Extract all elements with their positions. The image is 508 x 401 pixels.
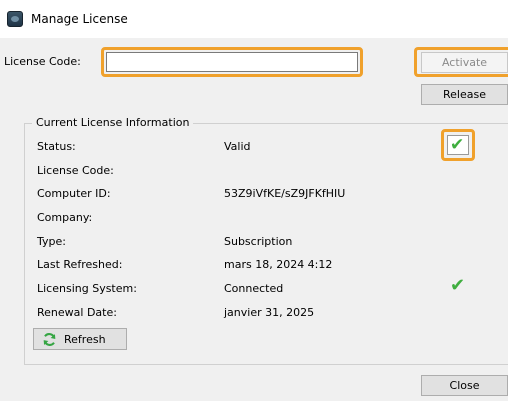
app-icon (7, 11, 23, 27)
connected-check-icon: ✔ (450, 275, 466, 296)
license-code-label: License Code: (4, 55, 81, 68)
activate-button[interactable]: Activate (421, 52, 508, 73)
last-refreshed-value: mars 18, 2024 4:12 (224, 258, 333, 271)
check-icon: ✔ (450, 135, 465, 155)
license-code-info-label: License Code: (37, 164, 114, 177)
computer-id-label: Computer ID: (37, 187, 111, 200)
dialog-client-area: License Code: Activate Release Current L… (0, 38, 508, 401)
renewal-date-value: janvier 31, 2025 (224, 306, 315, 319)
license-code-input[interactable] (106, 52, 358, 72)
release-button[interactable]: Release (421, 84, 508, 105)
status-label: Status: (37, 140, 76, 153)
licensing-system-label: Licensing System: (37, 282, 137, 295)
refresh-label: Refresh (64, 333, 106, 346)
renewal-date-label: Renewal Date: (37, 306, 117, 319)
licensing-system-value: Connected (224, 282, 284, 295)
status-value: Valid (224, 140, 251, 153)
status-checkbox[interactable]: ✔ (447, 135, 469, 155)
computer-id-value: 53Z9iVfKE/sZ9JFKfHIU (224, 187, 346, 200)
type-label: Type: (37, 235, 66, 248)
group-title: Current License Information (32, 116, 194, 129)
refresh-button[interactable]: Refresh (33, 328, 127, 350)
company-label: Company: (37, 211, 93, 224)
window-title: Manage License (31, 12, 128, 26)
refresh-icon (43, 333, 56, 346)
type-value: Subscription (224, 235, 293, 248)
title-bar: Manage License (0, 0, 508, 38)
close-button[interactable]: Close (421, 375, 508, 396)
last-refreshed-label: Last Refreshed: (37, 258, 123, 271)
